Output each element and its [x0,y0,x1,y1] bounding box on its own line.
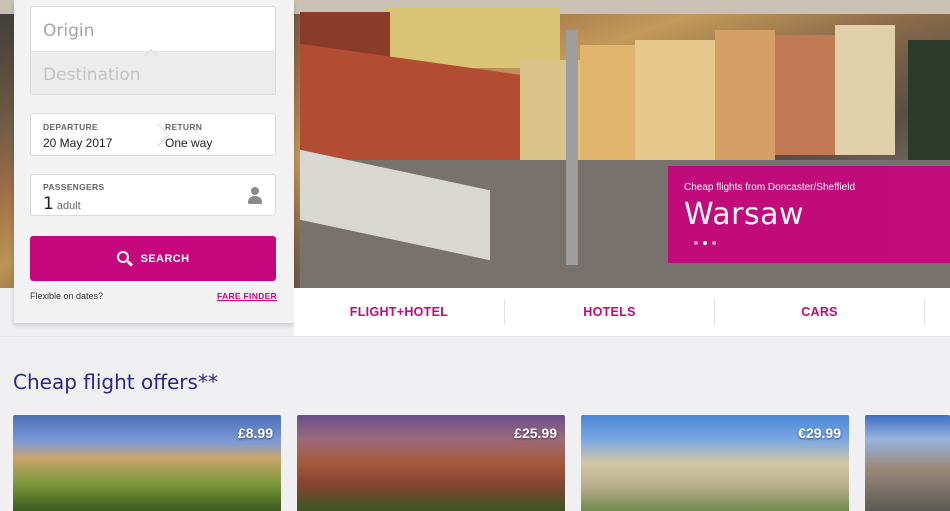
offer-price: €29.99 [798,425,841,441]
passengers-label: PASSENGERS [43,182,105,192]
hero-subtitle: Cheap flights from Doncaster/Sheffield [684,182,856,193]
carousel-dot[interactable] [694,241,698,245]
person-icon [248,187,262,205]
offer-card[interactable] [865,415,950,511]
origin-destination-box: Origin Destination [30,6,276,95]
hero-house [715,30,775,160]
product-tabs: FLIGHT+HOTEL HOTELS CARS [294,288,950,336]
flexible-dates-text: Flexible on dates? [30,291,104,301]
origin-input[interactable]: Origin [31,7,275,52]
return-label: RETURN [165,122,203,132]
departure-value: 20 May 2017 [43,136,113,150]
return-field[interactable]: RETURN One way [153,114,275,155]
search-button-label: SEARCH [140,252,190,265]
departure-label: DEPARTURE [43,122,98,132]
offer-price: £8.99 [237,425,273,441]
carousel-dot[interactable] [712,241,716,245]
dates-box: DEPARTURE 20 May 2017 RETURN One way [30,113,276,156]
search-icon [116,250,133,267]
passengers-value: 1 adult [43,194,263,214]
tab-placeholder [924,299,950,325]
hero-house [835,25,895,155]
search-button[interactable]: SEARCH [30,236,276,281]
tab-flight-hotel[interactable]: FLIGHT+HOTEL [294,299,504,325]
offer-card[interactable]: £25.99 [297,415,565,511]
return-value: One way [165,136,213,150]
carousel-dots [694,241,716,245]
hero-house [775,35,835,155]
passengers-count: 1 [43,194,54,214]
offer-card[interactable]: £8.99 [13,415,281,511]
hero-banner[interactable]: Cheap flights from Doncaster/Sheffield W… [668,166,950,263]
passengers-field[interactable]: PASSENGERS 1 adult [30,174,276,216]
carousel-dot-active[interactable] [703,241,707,245]
search-panel: Origin Destination DEPARTURE 20 May 2017… [14,0,294,323]
offer-price: £25.99 [514,425,557,441]
hero-city: Warsaw [684,197,805,232]
offers-heading: Cheap flight offers** [13,370,218,394]
tab-cars[interactable]: CARS [714,299,924,325]
hero-house [580,45,635,160]
hero-house [635,40,715,160]
hero-column [566,30,578,265]
fare-finder-link[interactable]: FARE FINDER [217,291,277,301]
divider [0,336,950,337]
hero-tree [908,40,950,160]
departure-field[interactable]: DEPARTURE 20 May 2017 [31,114,153,155]
offer-card[interactable]: €29.99 [581,415,849,511]
tab-hotels[interactable]: HOTELS [504,299,714,325]
passengers-unit: adult [56,200,81,212]
